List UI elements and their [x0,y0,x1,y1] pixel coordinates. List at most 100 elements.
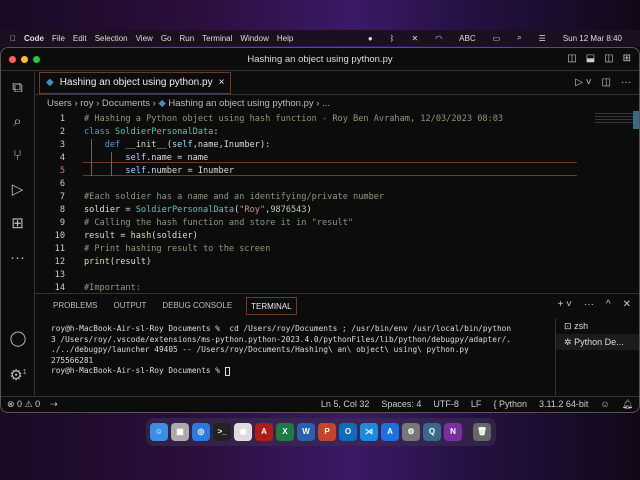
menu-app[interactable]: Code [24,34,44,43]
split-editor-icon[interactable]: ◫ [602,77,611,88]
breadcrumb-roy[interactable]: roy [80,98,93,109]
menu-window[interactable]: Window [240,34,268,43]
dock-system-settings-icon[interactable]: ⚙ [402,423,420,441]
more-icon[interactable]: ··· [584,299,594,310]
mute-icon[interactable]: ✕ [411,34,418,43]
code-line[interactable]: 4 self.name = name [35,152,577,165]
menu-help[interactable]: Help [277,34,293,43]
more-actions-icon[interactable]: ··· [621,77,631,88]
code-line[interactable]: 12 print(result) [35,256,577,269]
close-panel-icon[interactable]: ✕ [623,299,631,310]
code-line[interactable]: 10 result = hash(soldier) [35,230,577,243]
breadcrumb-file[interactable]: Hashing an object using python.py [168,98,313,109]
dock-safari-icon[interactable]: ◎ [192,423,210,441]
menu-file[interactable]: File [52,34,65,43]
notifications-bell-icon[interactable]: 🔔︎ [622,399,633,410]
dock-excel-icon[interactable]: X [276,423,294,441]
source-control-icon[interactable]: ⑂ [1,139,34,173]
minimize-window-button[interactable] [21,56,28,63]
bluetooth-icon[interactable]: ᛒ [390,34,395,43]
dock-onenote-icon[interactable]: N [444,423,462,441]
search-icon[interactable]: ⌕ [517,33,521,43]
tab-hashing-file[interactable]: ◆ Hashing an object using python.py × [39,71,232,94]
breadcrumb-users[interactable]: Users [47,98,72,109]
explorer-icon[interactable]: ⧉ [1,71,34,105]
more-icon[interactable]: ··· [1,241,34,275]
code-line[interactable]: 8 soldier = SoldierPersonalData("Roy",987… [35,204,577,217]
close-tab-icon[interactable]: × [219,77,225,88]
input-source[interactable]: ABC [459,34,475,43]
tab-output[interactable]: OUTPUT [105,297,154,315]
dock-quicktime-icon[interactable]: Q [423,423,441,441]
clock[interactable]: Sun 12 Mar 8:40 [563,34,622,43]
code-line[interactable]: 11 # Print hashing result to the screen [35,243,577,256]
language-mode[interactable]: { Python [493,399,527,410]
run-python-file-icon[interactable]: ▷ ˅ [575,77,591,88]
code-line[interactable]: 2 class SoldierPersonalData: [35,126,577,139]
code-editor[interactable]: 1 # Hashing a Python object using hash fu… [35,111,639,293]
account-icon[interactable]: ◯ [1,322,35,356]
feedback-icon[interactable]: ☺ [600,399,609,410]
tab-terminal[interactable]: TERMINAL [246,297,297,315]
extensions-icon[interactable]: ⊞ [1,207,34,241]
code-line[interactable]: 7 #Each soldier has a name and an identif… [35,191,577,204]
new-terminal-icon[interactable]: + ˅ [557,299,571,310]
terminal-item-python-debug[interactable]: ✲ Python De... [556,334,639,350]
settings-gear-icon[interactable]: ⚙1 [1,356,35,390]
close-window-button[interactable] [9,56,16,63]
wifi-icon[interactable]: ◠ [435,34,442,43]
editor-scrollbar[interactable] [633,111,639,129]
tab-debug-console[interactable]: DEBUG CONSOLE [154,297,240,315]
apple-icon[interactable]:  [10,34,16,43]
dock-trash-icon[interactable]: 🗑︎ [473,423,491,441]
toggle-panel-icon[interactable]: ⬓ [586,53,595,64]
code-line[interactable]: 13 [35,269,577,282]
line-ending[interactable]: LF [471,399,482,410]
menu-selection[interactable]: Selection [95,34,128,43]
minimap[interactable] [595,113,635,125]
python-interpreter[interactable]: 3.11.2 64-bit [539,399,588,410]
menu-go[interactable]: Go [161,34,172,43]
dock-powerpoint-icon[interactable]: P [318,423,336,441]
problems-status[interactable]: ⊗ 0 ⚠ 0 [7,399,40,410]
terminal-output[interactable]: roy@h-MacBook-Air-sl-Roy Documents % cd … [51,324,551,377]
dock-outlook-icon[interactable]: O [339,423,357,441]
menu-edit[interactable]: Edit [73,34,87,43]
live-share-icon[interactable]: ⇢ [50,399,58,410]
dock-finder-icon[interactable]: ☺ [150,423,168,441]
customize-layout-icon[interactable]: ⊞ [623,53,631,64]
tab-problems[interactable]: PROBLEMS [45,297,105,315]
cursor-position[interactable]: Ln 5, Col 32 [321,399,370,410]
line-number: 1 [59,114,65,124]
dock-launchpad-icon[interactable]: ▦ [171,423,189,441]
toggle-secondary-sidebar-icon[interactable]: ◫ [604,53,613,64]
dock-app-store-icon[interactable]: A [381,423,399,441]
dock-acrobat-icon[interactable]: A [255,423,273,441]
encoding[interactable]: UTF-8 [433,399,459,410]
indentation[interactable]: Spaces: 4 [381,399,421,410]
terminal-item-zsh[interactable]: ⊡ zsh [556,318,639,334]
code-line[interactable]: 3 def __init__(self,name,Inumber): [35,139,577,152]
toggle-sidebar-icon[interactable]: ◫ [567,53,576,64]
breadcrumb-documents[interactable]: Documents [102,98,150,109]
record-icon[interactable]: ● [368,34,373,43]
menu-terminal[interactable]: Terminal [202,34,232,43]
code-line[interactable]: 9 # Calling the hash function and store i… [35,217,577,230]
code-line[interactable]: 1 # Hashing a Python object using hash fu… [35,113,577,126]
line-number: 13 [54,270,65,280]
run-debug-icon[interactable]: ▷ [1,173,34,207]
menu-run[interactable]: Run [179,34,194,43]
dock-word-icon[interactable]: W [297,423,315,441]
menu-view[interactable]: View [136,34,153,43]
dock-terminal-icon[interactable]: >_ [213,423,231,441]
search-icon[interactable]: ⌕ [1,105,34,139]
code-line[interactable]: 6 [35,178,577,191]
dock-screenshot-icon[interactable]: ◉ [234,423,252,441]
control-center-icon[interactable]: ☰ [539,34,546,43]
zoom-window-button[interactable] [33,56,40,63]
code-line[interactable]: 5 self.number = Inumber [35,165,577,178]
dock-vs-code-icon[interactable]: ⋊ [360,423,378,441]
breadcrumb-symbols[interactable]: ... [322,98,330,109]
battery-icon[interactable]: ▭ [493,34,501,43]
maximize-panel-icon[interactable]: ^ [606,299,611,310]
